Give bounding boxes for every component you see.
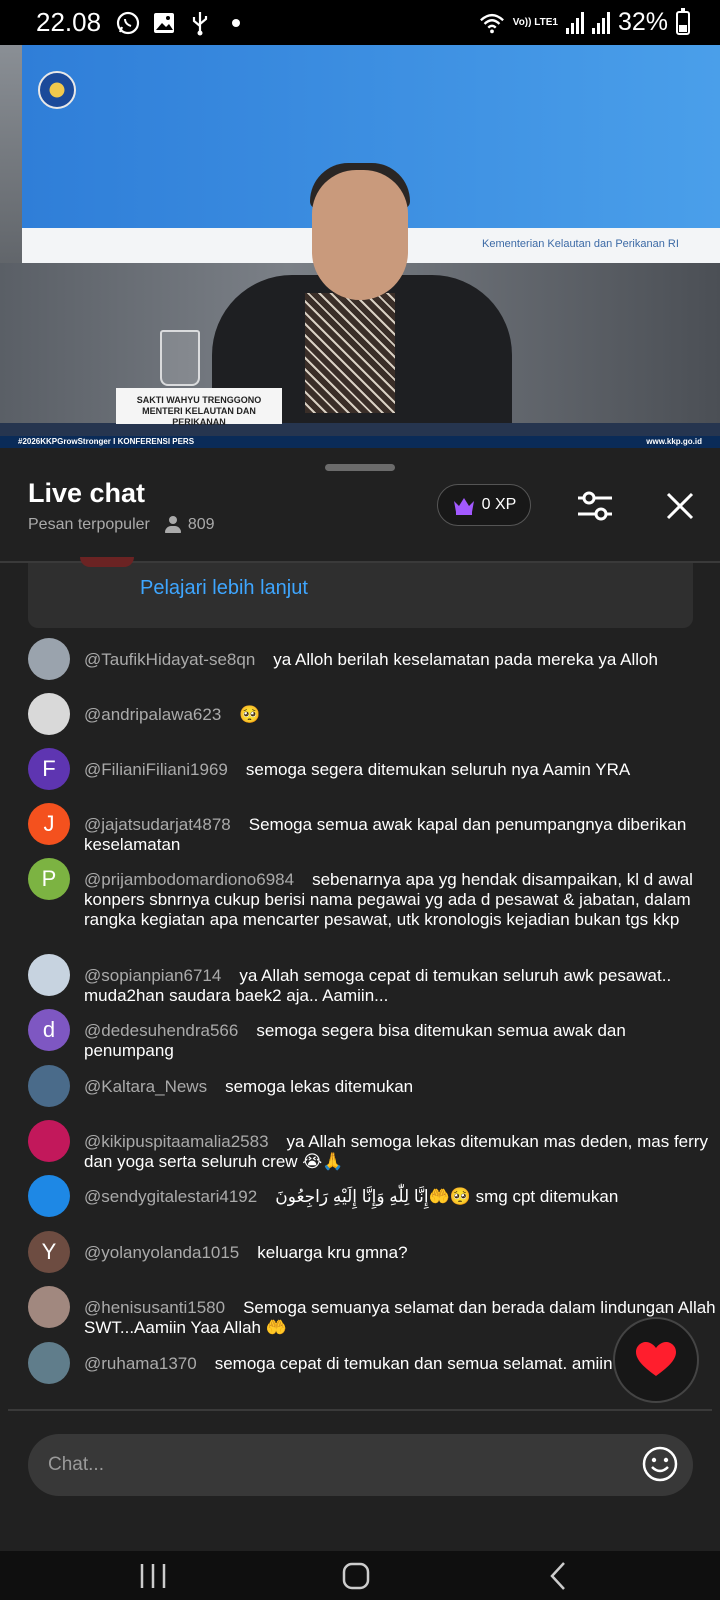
message-author[interactable]: @prijambodomardiono6984 (84, 870, 294, 889)
chat-message-list[interactable]: @TaufikHidayat-se8qn ya Alloh berilah kes… (0, 638, 720, 1393)
avatar[interactable]: J (28, 803, 70, 845)
message-author[interactable]: @sopianpian6714 (84, 966, 221, 985)
chat-title: Live chat (28, 478, 146, 508)
message-author[interactable]: @sendygitalestari4192 (84, 1187, 257, 1206)
message-author[interactable]: @ruhama1370 (84, 1354, 197, 1373)
message-body: @Kaltara_News semoga lekas ditemukan (84, 1077, 718, 1097)
message-author[interactable]: @yolanyolanda1015 (84, 1243, 239, 1262)
speaker-head (312, 170, 408, 300)
avatar[interactable]: P (28, 858, 70, 900)
card-avatar-peek (80, 557, 134, 567)
message-body: @prijambodomardiono6984 sebenarnya apa yg… (84, 870, 718, 930)
home-button[interactable] (326, 1551, 386, 1600)
chat-filter-label[interactable]: Pesan terpopuler (28, 516, 150, 534)
back-button[interactable] (528, 1551, 588, 1600)
input-divider (8, 1409, 712, 1411)
close-icon (666, 492, 694, 520)
avatar[interactable] (28, 954, 70, 996)
xp-button[interactable]: 0 XP (437, 484, 531, 526)
message-author[interactable]: @jajatsudarjat4878 (84, 815, 231, 834)
message-text: keluarga kru gmna? (257, 1243, 408, 1262)
live-chat-panel: Live chat Pesan terpopuler 809 0 XP Pela… (0, 448, 720, 1600)
message-text: semoga segera ditemukan seluruh nya Aami… (245, 760, 631, 779)
message-author[interactable]: @kikipuspitaamalia2583 (84, 1132, 269, 1151)
avatar[interactable] (28, 1286, 70, 1328)
message-text: 🥺 (239, 705, 261, 724)
avatar[interactable] (28, 1342, 70, 1384)
smiley-icon (642, 1446, 678, 1482)
home-icon (342, 1562, 370, 1589)
recents-button[interactable] (123, 1551, 183, 1600)
heart-icon (636, 1342, 676, 1376)
message-author[interactable]: @henisusanti1580 (84, 1298, 225, 1317)
reaction-button[interactable] (613, 1317, 699, 1403)
whatsapp-icon (115, 10, 141, 36)
dot-icon (223, 10, 249, 36)
xp-label: 0 XP (481, 496, 517, 513)
message-body: @andripalawa623 🥺 (84, 705, 718, 725)
message-author[interactable]: @dedesuhendra566 (84, 1021, 238, 1040)
usb-icon (187, 10, 213, 36)
message-body: @FilianiFiliani1969 semoga segera ditemuk… (84, 760, 718, 780)
signal-icon (565, 11, 584, 34)
speaker-shirt (305, 293, 395, 413)
message-text: إِنَّا لِلّٰهِ وَإِنَّا إِلَيْهِ رَاجِعُ… (275, 1187, 619, 1206)
crown-icon (453, 498, 474, 515)
avatar[interactable]: Y (28, 1231, 70, 1273)
message-text: semoga cepat di temukan dan semua selama… (214, 1354, 618, 1373)
signal-icon-2 (591, 11, 610, 34)
speaker-nameplate: SAKTI WAHYU TRENGGONO MENTERI KELAUTAN D… (116, 388, 282, 427)
message-author[interactable]: @andripalawa623 (84, 705, 221, 724)
viewer-count: 809 (164, 516, 215, 534)
message-body: @yolanyolanda1015 keluarga kru gmna? (84, 1243, 718, 1263)
chat-input-box[interactable] (28, 1434, 693, 1496)
status-time: 22.08 (36, 7, 102, 37)
system-nav-bar (0, 1551, 720, 1600)
avatar[interactable]: F (28, 748, 70, 790)
message-author[interactable]: @Kaltara_News (84, 1077, 207, 1096)
video-player[interactable]: Kementerian Kelautan dan Perikanan RI SA… (0, 45, 720, 448)
message-text: ya Alloh berilah keselamatan pada mereka… (273, 650, 658, 669)
message-body: @kikipuspitaamalia2583 ya Allah semoga le… (84, 1132, 718, 1172)
message-body: @TaufikHidayat-se8qn ya Alloh berilah kes… (84, 650, 718, 670)
gallery-icon (151, 10, 177, 36)
chat-input[interactable] (48, 1448, 608, 1482)
status-bar: 22.08 Vo)) LTE1 32% (0, 0, 720, 45)
avatar[interactable] (28, 1065, 70, 1107)
battery-icon (676, 7, 690, 35)
info-card: Pelajari lebih lanjut (28, 557, 693, 628)
message-body: @dedesuhendra566 semoga segera bisa ditem… (84, 1021, 718, 1061)
learn-more-link[interactable]: Pelajari lebih lanjut (140, 577, 308, 600)
back-icon (550, 1561, 565, 1590)
chat-header: Live chat Pesan terpopuler 809 0 XP (0, 472, 720, 561)
kkp-logo (38, 71, 76, 109)
emoji-button[interactable] (642, 1446, 678, 1482)
video-ticker: #2026KKPGrowStronger I KONFERENSI PERS w… (0, 436, 720, 448)
chat-settings-button[interactable] (575, 486, 615, 526)
avatar[interactable] (28, 693, 70, 735)
avatar[interactable] (28, 638, 70, 680)
battery-percent: 32% (617, 8, 668, 36)
drag-handle[interactable] (325, 464, 395, 471)
person-icon (164, 516, 182, 534)
message-text: semoga lekas ditemukan (225, 1077, 414, 1096)
avatar[interactable] (28, 1120, 70, 1162)
sliders-icon (578, 491, 612, 521)
water-glass (160, 330, 200, 386)
avatar[interactable]: d (28, 1009, 70, 1051)
recents-icon (140, 1563, 166, 1588)
close-button[interactable] (660, 486, 700, 526)
message-author[interactable]: @TaufikHidayat-se8qn (84, 650, 255, 669)
message-author[interactable]: @FilianiFiliani1969 (84, 760, 228, 779)
network-label: Vo)) LTE1 (512, 16, 558, 28)
message-body: @sendygitalestari4192 إِنَّا لِلّٰهِ وَإِ… (84, 1187, 718, 1207)
avatar[interactable] (28, 1175, 70, 1217)
message-body: @sopianpian6714 ya Allah semoga cepat di … (84, 966, 718, 1006)
wifi-icon (479, 10, 505, 36)
message-body: @jajatsudarjat4878 Semoga semua awak kapa… (84, 815, 718, 855)
